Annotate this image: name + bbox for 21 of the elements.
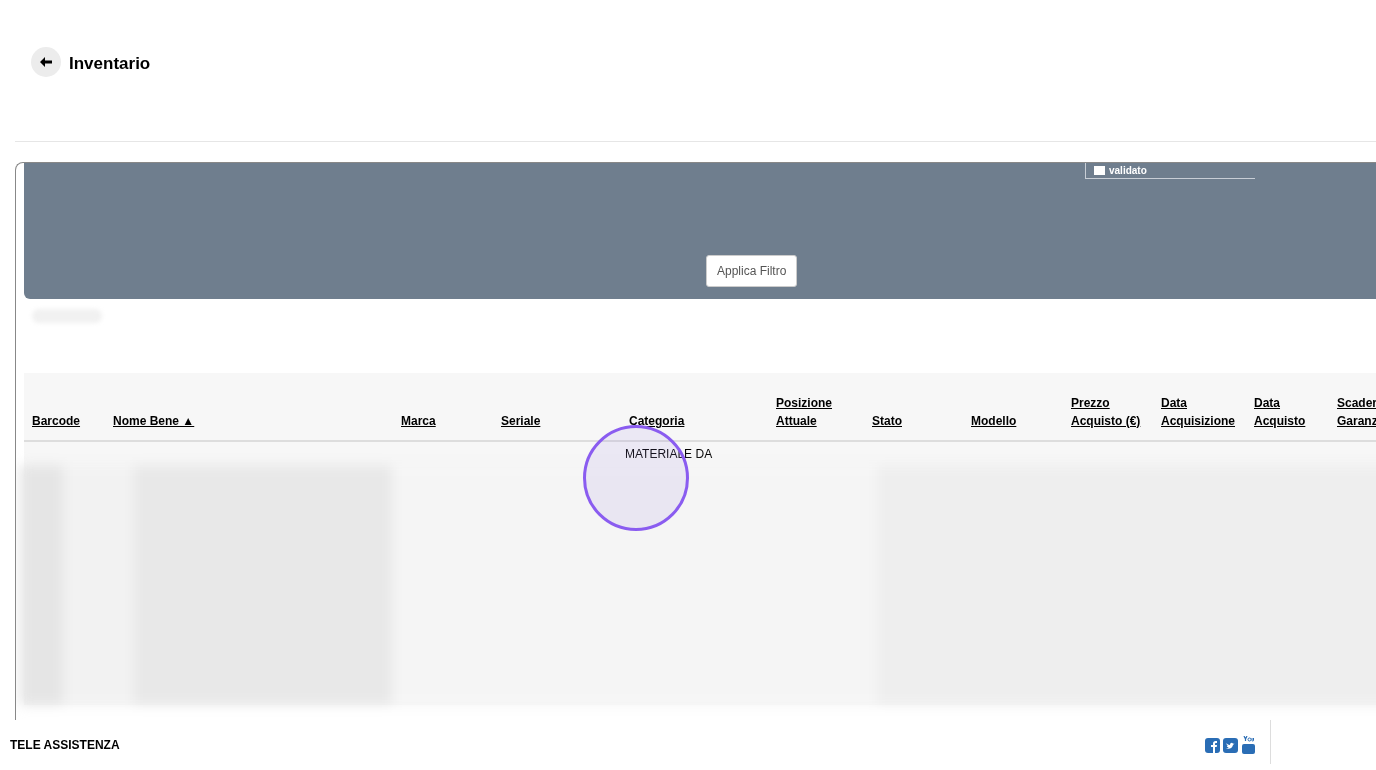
column-header[interactable]: Seriale bbox=[501, 412, 541, 430]
column-header[interactable]: Data Acquisto bbox=[1254, 394, 1306, 430]
column-header[interactable]: Posizione Attuale bbox=[776, 394, 832, 430]
column-header[interactable]: Prezzo Acquisto (€) bbox=[1071, 394, 1141, 430]
column-header[interactable]: Stato bbox=[872, 412, 902, 430]
column-header[interactable]: Categoria bbox=[629, 412, 685, 430]
facebook-icon[interactable] bbox=[1205, 737, 1220, 753]
back-arrow-icon bbox=[40, 57, 52, 67]
column-header[interactable]: Barcode bbox=[32, 412, 81, 430]
column-header[interactable]: Data Acquisizione bbox=[1161, 394, 1235, 430]
column-header[interactable]: Nome Bene ▲ bbox=[113, 412, 195, 430]
column-header[interactable]: Marca bbox=[401, 412, 436, 430]
footer-text: TELE ASSISTENZA bbox=[10, 737, 120, 754]
checkbox[interactable] bbox=[1094, 165, 1105, 175]
checkbox-label: validato bbox=[1109, 163, 1147, 178]
column-header[interactable]: Modello bbox=[971, 412, 1017, 430]
apply-filter-button[interactable]: Applica Filtro bbox=[706, 255, 798, 287]
back-button[interactable] bbox=[31, 47, 61, 77]
page-title: Inventario bbox=[69, 53, 151, 75]
youtube-icon[interactable] bbox=[1241, 736, 1256, 754]
twitter-icon[interactable] bbox=[1223, 737, 1238, 753]
